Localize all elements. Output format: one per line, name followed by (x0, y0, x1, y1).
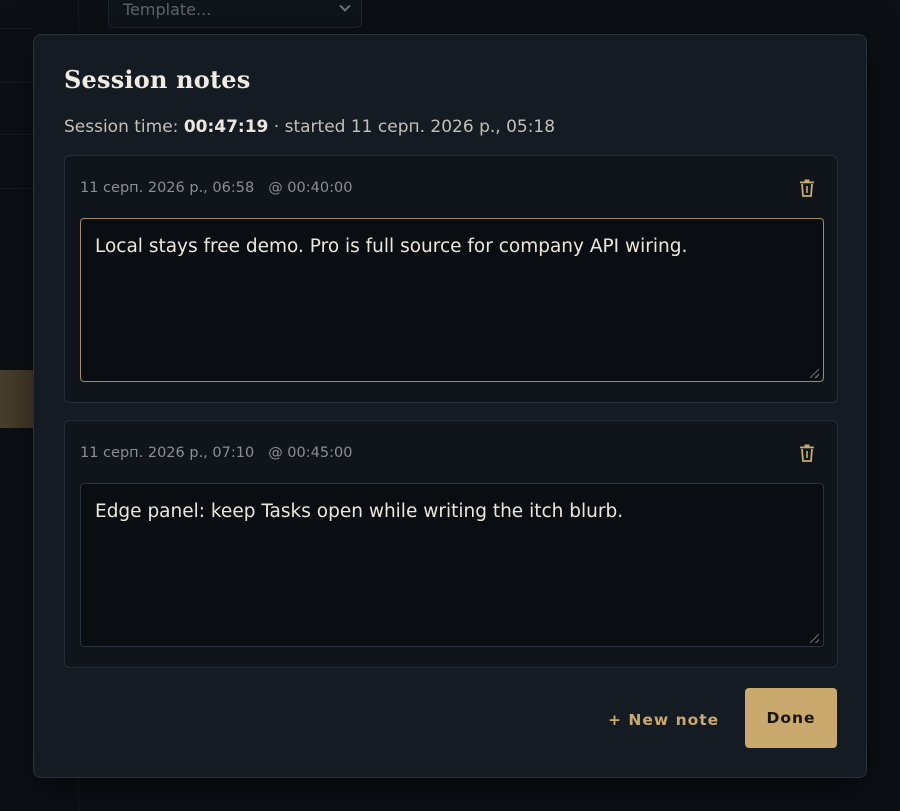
note-textarea[interactable]: Local stays free demo. Pro is full sourc… (80, 218, 824, 382)
session-info: Session time: 00:47:19 · started 11 серп… (64, 117, 555, 137)
session-started: · started 11 серп. 2026 р., 05:18 (273, 117, 556, 137)
note-meta: 11 серп. 2026 р., 06:58 @ 00:40:00 (80, 180, 352, 196)
background-divider (0, 188, 33, 189)
template-select[interactable]: Template... (108, 0, 362, 28)
modal-title: Session notes (64, 65, 251, 94)
background-divider (0, 82, 33, 83)
note-textarea[interactable]: Edge panel: keep Tasks open while writin… (80, 483, 824, 647)
note-offset: @ 00:40:00 (268, 180, 353, 196)
background-selected-item (0, 370, 33, 428)
session-notes-modal: Session notes Session time: 00:47:19 · s… (33, 34, 867, 778)
note-card: 11 серп. 2026 р., 06:58 @ 00:40:00 Local… (64, 155, 838, 403)
background-divider (0, 134, 33, 135)
resize-handle[interactable] (810, 634, 819, 643)
trash-icon[interactable] (799, 179, 815, 197)
background-divider (0, 28, 33, 29)
note-card: 11 серп. 2026 р., 07:10 @ 00:45:00 Edge … (64, 420, 838, 668)
session-time-value: 00:47:19 (183, 117, 269, 137)
note-meta: 11 серп. 2026 р., 07:10 @ 00:45:00 (80, 445, 352, 461)
chevron-down-icon (339, 0, 351, 12)
trash-icon[interactable] (799, 444, 815, 462)
done-button[interactable]: Done (745, 688, 837, 748)
note-offset: @ 00:45:00 (268, 445, 353, 461)
session-time-label: Session time: (64, 117, 179, 137)
note-date: 11 серп. 2026 р., 06:58 (80, 180, 255, 196)
template-select-placeholder: Template... (123, 0, 212, 19)
new-note-button[interactable]: + New note (608, 711, 719, 729)
note-date: 11 серп. 2026 р., 07:10 (80, 445, 255, 461)
resize-handle[interactable] (810, 369, 819, 378)
